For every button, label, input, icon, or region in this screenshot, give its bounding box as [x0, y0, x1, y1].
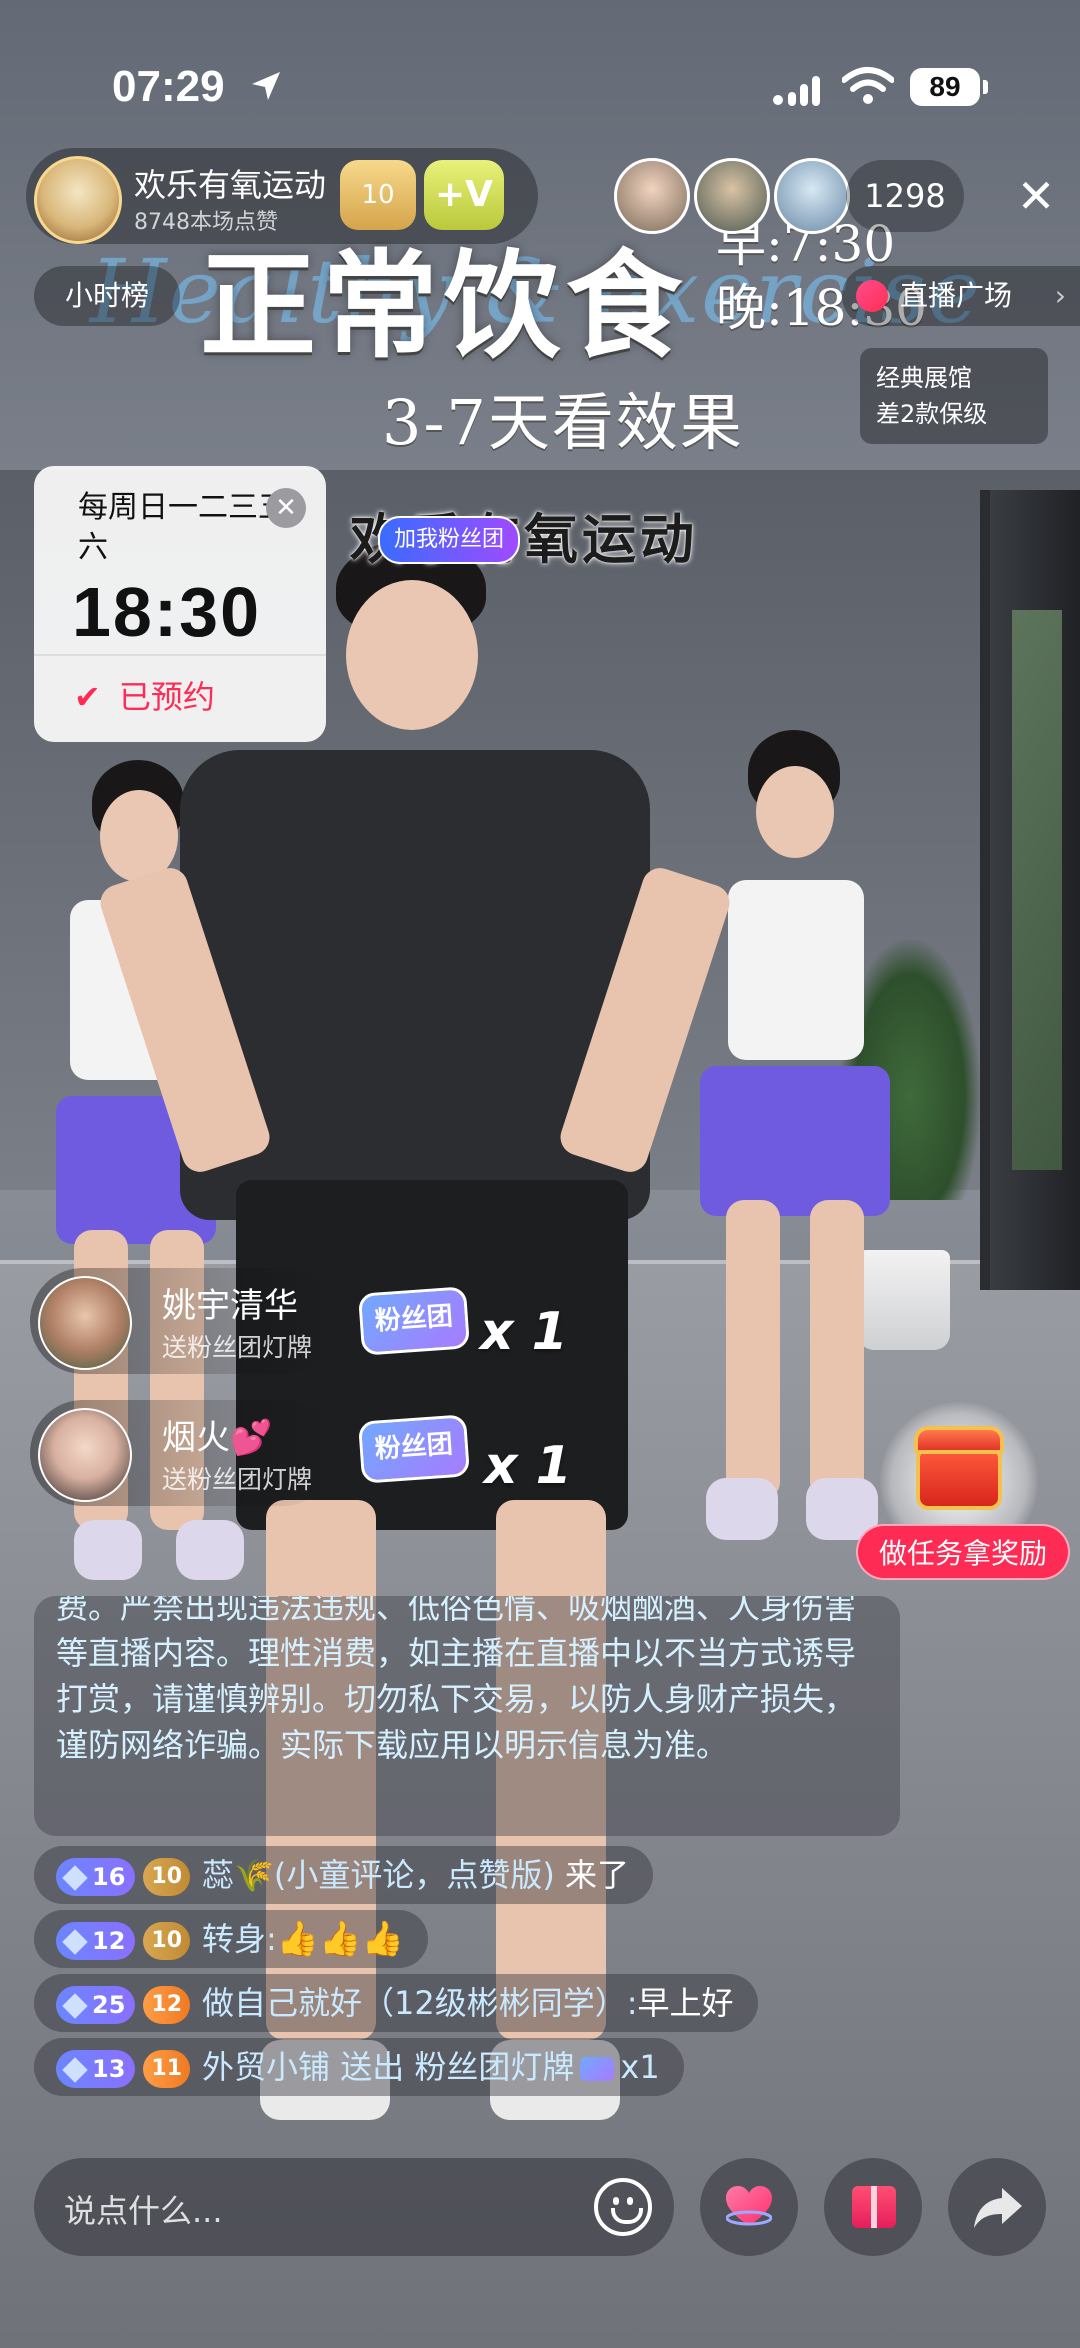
wifi-icon	[842, 67, 894, 104]
fan-level-badge: 10	[143, 1858, 191, 1896]
studio-window	[980, 490, 1080, 1290]
user-level: 12	[92, 1927, 126, 1955]
diamond-icon	[62, 1865, 88, 1891]
viewer-avatar[interactable]	[614, 158, 690, 234]
schedule-card[interactable]: 每周日一二三五六 ✕ 18:30 ✔ 已预约	[34, 466, 326, 742]
gift-description: 送粉丝团灯牌	[162, 1333, 313, 1362]
fan-club-light-icon	[580, 2057, 615, 2081]
reserved-label: 已预约	[118, 678, 215, 716]
user-level: 16	[92, 1863, 126, 1891]
gift-sender-avatar[interactable]	[38, 1276, 132, 1370]
chat-username[interactable]: 转身:	[202, 1920, 277, 1958]
chat-text: 送出 粉丝团灯牌	[340, 2048, 575, 2086]
live-square-label: 直播广场	[900, 279, 1013, 312]
emoji-icon[interactable]	[594, 2178, 652, 2236]
fan-club-light-icon: 粉丝团	[357, 1414, 471, 1484]
check-icon: ✔	[74, 678, 101, 716]
gift-sender-avatar[interactable]	[38, 1408, 132, 1502]
heart-icon	[726, 2186, 772, 2226]
host-name: 欢乐有氧运动	[134, 166, 327, 204]
gift-sender-name: 姚宇清华	[162, 1286, 298, 1326]
live-square-icon	[856, 280, 888, 312]
plus-v-badge[interactable]: +V	[424, 160, 504, 230]
fan-level-badge: 12	[143, 1986, 191, 2024]
fan-club-badges[interactable]: 10 +V	[340, 160, 540, 230]
close-icon[interactable]: ✕	[266, 488, 306, 528]
viewer-avatar[interactable]	[774, 158, 850, 234]
gift-combo-row[interactable]: 姚宇清华 送粉丝团灯牌	[30, 1268, 336, 1374]
gift-count: x1	[620, 2048, 660, 2086]
gallery-tip[interactable]: 经典展馆 差2款保级	[860, 348, 1048, 444]
gift-button[interactable]	[824, 2158, 922, 2256]
viewer-avatar[interactable]	[694, 158, 770, 234]
status-time: 07:29	[112, 62, 225, 111]
chest-shape	[914, 1426, 1004, 1510]
viewer-count[interactable]: 1298	[846, 160, 964, 232]
gift-sender-name: 烟火💕	[162, 1418, 273, 1458]
signal-icon	[773, 76, 820, 106]
gift-count: x 1	[484, 1436, 572, 1496]
location-arrow-icon	[252, 72, 280, 100]
divider	[34, 654, 326, 656]
chevron-right-icon: ›	[1054, 279, 1066, 312]
gallery-status: 差2款保级	[876, 400, 988, 428]
diamond-icon	[62, 1993, 88, 2019]
hour-rank-button[interactable]: 小时榜	[34, 266, 180, 326]
chat-username[interactable]: 外贸小铺	[202, 2048, 330, 2086]
chat-text: 👍👍👍	[276, 1919, 404, 1959]
gallery-title: 经典展馆	[876, 364, 972, 392]
notice-text: 费。严禁出现违法违规、低俗色情、吸烟酗酒、人身伤害等直播内容。理性消费，如主播在…	[56, 1596, 857, 1764]
gift-description: 送粉丝团灯牌	[162, 1465, 313, 1494]
host-likes: 8748本场点赞	[134, 210, 278, 235]
platform-notice: 费。严禁出现违法违规、低俗色情、吸烟酗酒、人身伤害等直播内容。理性消费，如主播在…	[34, 1596, 900, 1836]
reserved-status[interactable]: ✔ 已预约	[74, 672, 215, 718]
schedule-time: 18:30	[72, 573, 262, 651]
fan-level-badge: 10	[143, 1922, 191, 1960]
task-reward-button[interactable]: 做任务拿奖励	[856, 1524, 1070, 1580]
user-level-badge: 13	[56, 2050, 136, 2088]
user-level-badge: 12	[56, 1922, 136, 1960]
chat-message[interactable]: 16 10 蕊🌾(小童评论，点赞版) 来了	[34, 1846, 654, 1904]
join-fan-club-badge[interactable]: 加我粉丝团	[378, 516, 521, 564]
like-button[interactable]	[700, 2158, 798, 2256]
battery-indicator: 89	[910, 68, 988, 106]
chat-username[interactable]: 蕊🌾(小童评论，点赞版)	[202, 1856, 555, 1894]
gift-icon	[852, 2186, 896, 2228]
diamond-icon	[62, 1929, 88, 1955]
chat-text: 来了	[565, 1856, 630, 1894]
close-icon[interactable]: ✕	[1004, 164, 1068, 228]
fan-level-badge: 11	[143, 2050, 191, 2088]
host-avatar[interactable]	[34, 156, 122, 244]
fan-club-light-icon: 粉丝团	[357, 1286, 471, 1356]
chat-text: 早上好	[637, 1984, 734, 2022]
overlay-subtitle: 3-7天看效果	[382, 386, 744, 459]
share-icon	[974, 2188, 1022, 2228]
comment-placeholder: 说点什么...	[64, 2192, 223, 2230]
chat-username[interactable]: 做自己就好（12级彬彬同学）:	[202, 1984, 638, 2022]
user-level-badge: 16	[56, 1858, 136, 1896]
chat-message[interactable]: 12 10 转身:👍👍👍	[34, 1910, 428, 1968]
live-square-button[interactable]: 直播广场 ›	[842, 266, 1080, 326]
diamond-icon	[62, 2057, 88, 2083]
gift-count: x 1	[480, 1302, 568, 1362]
share-button[interactable]	[948, 2158, 1046, 2256]
schedule-days: 每周日一二三五六	[78, 490, 288, 565]
gift-combo-row[interactable]: 烟火💕 送粉丝团灯牌	[30, 1400, 336, 1506]
user-level: 13	[92, 2055, 126, 2083]
fan-level-heart-icon[interactable]: 10	[340, 160, 416, 230]
user-level: 25	[92, 1991, 126, 2019]
chat-message[interactable]: 13 11 外贸小铺 送出 粉丝团灯牌 x1	[34, 2038, 684, 2096]
comment-input[interactable]: 说点什么...	[34, 2158, 674, 2256]
chat-message[interactable]: 25 12 做自己就好（12级彬彬同学）:早上好	[34, 1974, 758, 2032]
user-level-badge: 25	[56, 1986, 136, 2024]
